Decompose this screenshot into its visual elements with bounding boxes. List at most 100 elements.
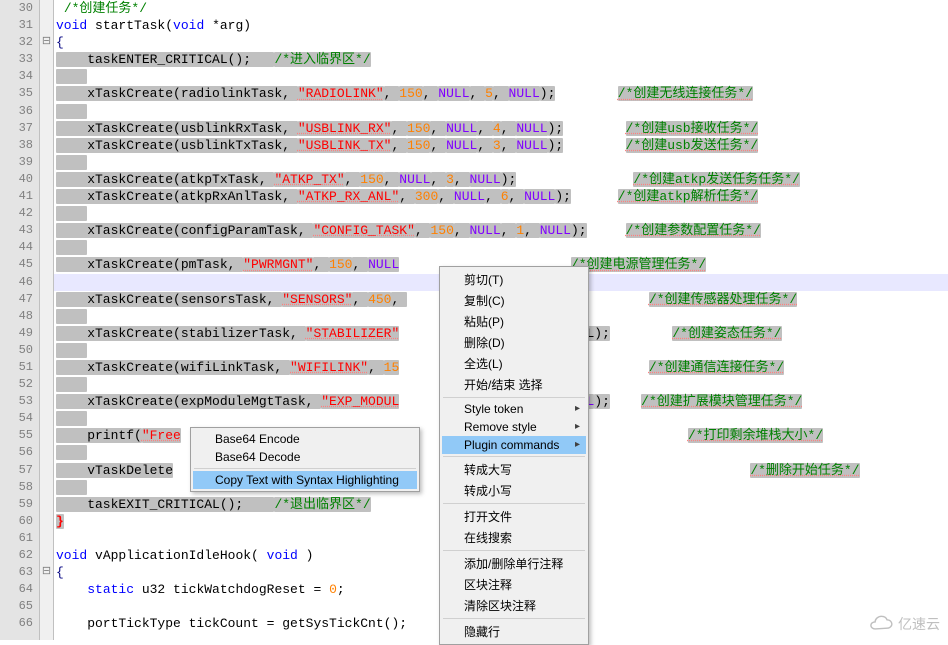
menu-item[interactable]: Plugin commands ▸ [442,436,586,454]
code-line[interactable]: { [54,34,948,51]
code-line[interactable]: /*创建任务*/ [54,0,948,17]
menu-item[interactable]: 打开文件 [442,506,586,527]
fold-marker [40,598,53,615]
fold-column[interactable]: ⊟⊟ [40,0,54,640]
code-line[interactable]: xTaskCreate(radiolinkTask, "RADIOLINK", … [54,85,948,102]
fold-marker [40,615,53,632]
code-line[interactable]: taskENTER_CRITICAL(); /*进入临界区*/ [54,51,948,68]
line-number: 62 [0,547,33,564]
menu-item[interactable]: 添加/删除单行注释 [442,553,586,574]
menu-separator [443,397,585,398]
line-number: 51 [0,359,33,376]
context-menu[interactable]: 剪切(T) 复制(C) 粘贴(P) 删除(D) 全选(L) 开始/结束 选择 Style t… [439,266,589,645]
fold-marker [40,393,53,410]
submenu-arrow-icon: ▸ [575,421,580,432]
menu-item-label: Base64 Encode [215,432,300,446]
line-number: 31 [0,17,33,34]
fold-marker[interactable]: ⊟ [40,34,53,51]
line-number: 34 [0,68,33,85]
line-number: 52 [0,376,33,393]
menu-item[interactable]: 在线搜索 [442,527,586,548]
menu-item[interactable]: 全选(L) [442,353,586,374]
line-number: 56 [0,444,33,461]
fold-marker [40,581,53,598]
cloud-icon [866,615,894,633]
submenu-arrow-icon: ▸ [575,403,580,414]
context-submenu-plugin-commands[interactable]: Base64 Encode Base64 Decode Copy Text with… [190,427,420,492]
line-number: 41 [0,188,33,205]
menu-item[interactable]: 开始/结束 选择 [442,374,586,395]
fold-marker [40,530,53,547]
menu-item-label: Style token [464,402,523,416]
line-number: 37 [0,120,33,137]
line-number: 53 [0,393,33,410]
menu-item[interactable]: Remove style▸ [442,418,586,436]
menu-item[interactable]: 区块注释 [442,574,586,595]
watermark-text: 亿速云 [898,614,940,634]
line-number: 66 [0,615,33,632]
line-number: 54 [0,410,33,427]
menu-item[interactable]: 转成小写 [442,480,586,501]
menu-item-label: 添加/删除单行注释 [464,557,563,571]
fold-marker [40,274,53,291]
menu-item[interactable]: 转成大写 [442,459,586,480]
fold-marker [40,325,53,342]
menu-separator [443,456,585,457]
code-line[interactable] [54,68,948,85]
code-line[interactable]: xTaskCreate(usblinkRxTask, "USBLINK_RX",… [54,120,948,137]
menu-item[interactable]: 剪切(T) [442,269,586,290]
menu-item[interactable]: Base64 Encode [193,430,417,448]
line-number: 40 [0,171,33,188]
code-line[interactable] [54,154,948,171]
line-number: 46 [0,274,33,291]
line-number: 55 [0,427,33,444]
submenu-arrow-icon: ▸ [575,439,580,450]
line-number: 65 [0,598,33,615]
code-line[interactable] [54,239,948,256]
fold-marker [40,410,53,427]
menu-item[interactable]: 删除(D) [442,332,586,353]
code-line[interactable]: xTaskCreate(usblinkTxTask, "USBLINK_TX",… [54,137,948,154]
fold-marker [40,17,53,34]
fold-marker [40,308,53,325]
line-number: 32 [0,34,33,51]
menu-item-label: Copy Text with Syntax Highlighting [215,473,399,487]
menu-item-label: Base64 Decode [215,450,300,464]
menu-item-label: 区块注释 [464,578,512,592]
fold-marker [40,427,53,444]
line-number: 33 [0,51,33,68]
code-line[interactable]: xTaskCreate(atkpTxTask, "ATKP_TX", 150, … [54,171,948,188]
line-number: 30 [0,0,33,17]
code-line[interactable] [54,205,948,222]
menu-item-label: 全选(L) [464,357,503,371]
menu-item[interactable]: Base64 Decode [193,448,417,466]
line-number: 42 [0,205,33,222]
menu-item[interactable]: 清除区块注释 [442,595,586,616]
fold-marker[interactable]: ⊟ [40,564,53,581]
menu-item[interactable]: 复制(C) [442,290,586,311]
fold-marker [40,222,53,239]
code-line[interactable] [54,103,948,120]
menu-item-label: Plugin commands [464,438,559,452]
fold-marker [40,171,53,188]
line-number: 64 [0,581,33,598]
menu-item[interactable]: 隐藏行 [442,621,586,642]
code-line[interactable]: void startTask(void *arg) [54,17,948,34]
menu-item[interactable]: Copy Text with Syntax Highlighting [193,471,417,489]
line-number: 39 [0,154,33,171]
fold-marker [40,120,53,137]
line-number: 36 [0,103,33,120]
code-line[interactable]: xTaskCreate(configParamTask, "CONFIG_TAS… [54,222,948,239]
line-number: 38 [0,137,33,154]
fold-marker [40,188,53,205]
line-number: 43 [0,222,33,239]
menu-item[interactable]: 粘贴(P) [442,311,586,332]
line-number: 45 [0,256,33,273]
menu-item[interactable]: Style token ▸ [442,400,586,418]
code-line[interactable]: xTaskCreate(atkpRxAnlTask, "ATKP_RX_ANL"… [54,188,948,205]
menu-item-label: 复制(C) [464,294,505,308]
menu-item-label: 删除(D) [464,336,505,350]
fold-marker [40,376,53,393]
menu-item-label: 转成小写 [464,484,512,498]
menu-item-label: 粘贴(P) [464,315,504,329]
